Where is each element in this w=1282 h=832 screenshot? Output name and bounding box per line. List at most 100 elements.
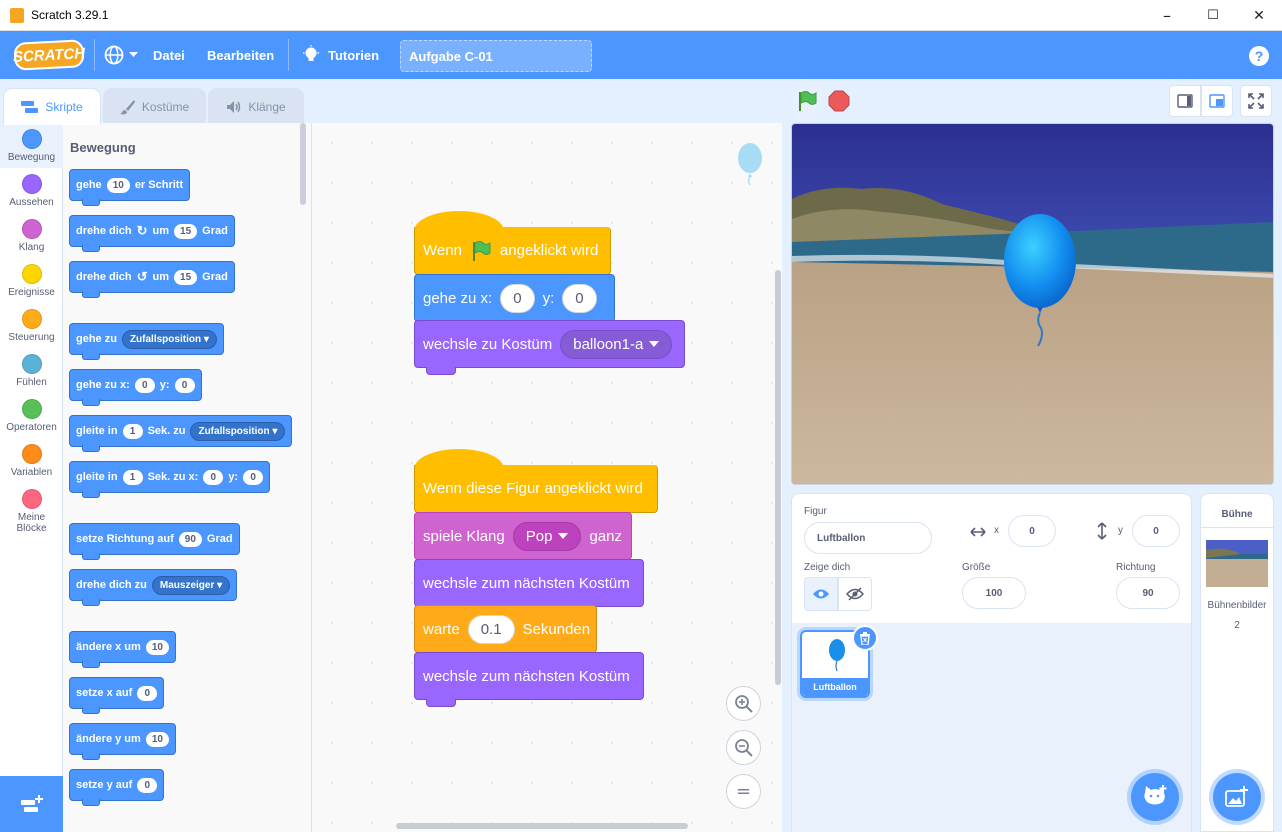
add-backdrop-button[interactable]: [1213, 773, 1261, 821]
add-extension-button[interactable]: [0, 776, 63, 832]
goto-xy-block[interactable]: gehe zu x: 0 y: 0: [414, 274, 615, 322]
number-input[interactable]: 15: [174, 269, 198, 285]
costume-dropdown[interactable]: balloon1-a: [560, 329, 673, 359]
palette-block-point-towards[interactable]: drehe dich zu Mauszeiger ▾: [69, 569, 238, 606]
tutorials-menu[interactable]: Tutorien: [302, 31, 379, 79]
play-sound-block[interactable]: spiele Klang Pop ganz: [414, 512, 632, 560]
block-text: ändere y um: [76, 733, 141, 745]
size-input[interactable]: 100: [962, 577, 1026, 609]
category-events[interactable]: Ereignisse: [0, 258, 63, 303]
sound-dropdown[interactable]: Pop: [512, 521, 582, 551]
palette-block-goto[interactable]: gehe zu Zufallsposition ▾: [69, 323, 224, 360]
tab-code[interactable]: Skripte: [3, 88, 101, 125]
wait-block[interactable]: warte 0.1 Sekunden: [414, 605, 597, 653]
edit-menu[interactable]: Bearbeiten: [207, 31, 274, 79]
stop-button[interactable]: [823, 85, 855, 117]
y-input[interactable]: 0: [1132, 515, 1180, 547]
delete-sprite-button[interactable]: [852, 625, 878, 651]
number-input[interactable]: 15: [174, 223, 198, 239]
palette-scrollbar[interactable]: [300, 123, 306, 205]
show-sprite-button[interactable]: [804, 577, 838, 611]
stage-canvas[interactable]: [791, 123, 1274, 485]
palette-block-change-y[interactable]: ändere y um 10: [69, 723, 176, 760]
tab-costumes[interactable]: Kostüme: [103, 88, 206, 124]
number-input[interactable]: 0: [203, 469, 224, 485]
close-button[interactable]: ✕: [1236, 0, 1282, 31]
number-input[interactable]: 0: [137, 777, 158, 793]
direction-input[interactable]: 90: [1116, 577, 1180, 609]
block-text: y:: [159, 379, 170, 391]
small-stage-button[interactable]: [1169, 85, 1201, 117]
palette-block-set-x[interactable]: setze x auf 0: [69, 677, 165, 714]
number-input[interactable]: 0: [174, 377, 195, 393]
palette-block-change-x[interactable]: ändere x um 10: [69, 631, 176, 668]
category-sound[interactable]: Klang: [0, 213, 63, 258]
number-input[interactable]: 0: [243, 469, 264, 485]
add-sprite-button[interactable]: [1131, 773, 1179, 821]
block-text: gehe zu x:: [423, 289, 493, 307]
zoom-reset-button[interactable]: =: [726, 774, 761, 809]
app-icon: [10, 8, 24, 23]
globe-icon: [104, 45, 124, 65]
workspace-horizontal-scrollbar[interactable]: [396, 823, 688, 829]
zoom-out-button[interactable]: [726, 730, 761, 765]
category-control[interactable]: Steuerung: [0, 303, 63, 348]
number-input[interactable]: 1: [122, 423, 143, 439]
palette-block-turn-left[interactable]: drehe dich ↺ um 15 Grad: [69, 261, 235, 298]
green-flag-button[interactable]: [791, 85, 823, 117]
number-input[interactable]: 10: [106, 177, 130, 193]
number-input[interactable]: 0: [137, 685, 158, 701]
zoom-in-button[interactable]: [726, 686, 761, 721]
palette-block-set-y[interactable]: setze y auf 0: [69, 769, 165, 806]
switch-costume-block[interactable]: wechsle zu Kostüm balloon1-a: [414, 320, 685, 368]
number-input[interactable]: 0: [134, 377, 155, 393]
number-input[interactable]: 90: [178, 531, 202, 547]
category-my-blocks[interactable]: Meine Blöcke: [0, 483, 63, 539]
category-variables[interactable]: Variablen: [0, 438, 63, 483]
palette-title: Bewegung: [70, 140, 136, 155]
palette-block-turn-right[interactable]: drehe dich ↻ um 15 Grad: [69, 215, 235, 252]
palette-block-goto-xy[interactable]: gehe zu x: 0 y: 0: [69, 369, 202, 406]
dropdown-input[interactable]: Zufallsposition ▾: [190, 421, 286, 441]
number-input[interactable]: 1: [122, 469, 143, 485]
y-input[interactable]: 0: [562, 283, 597, 313]
number-input[interactable]: 10: [145, 639, 169, 655]
fullscreen-button[interactable]: [1240, 85, 1272, 117]
palette-block-glide[interactable]: gleite in 1 Sek. zu Zufallsposition ▾: [69, 415, 293, 452]
hide-sprite-button[interactable]: [838, 577, 872, 611]
seconds-input[interactable]: 0.1: [467, 614, 515, 644]
number-input[interactable]: 10: [145, 731, 169, 747]
script-workspace[interactable]: Wenn angeklickt wird gehe zu x: 0 y: 0 w…: [312, 123, 782, 832]
menu-bar: SCRATCH Datei Bearbeiten Tutorien Aufgab…: [0, 31, 1282, 79]
category-looks[interactable]: Aussehen: [0, 168, 63, 213]
rotate-right-icon: ↻: [136, 223, 148, 238]
dropdown-input[interactable]: Mauszeiger ▾: [151, 575, 231, 595]
large-stage-button[interactable]: [1201, 85, 1233, 117]
project-title-input[interactable]: Aufgabe C-01: [400, 40, 592, 72]
palette-block-move[interactable]: gehe 10 er Schritt: [69, 169, 191, 206]
help-button[interactable]: ?: [1249, 46, 1269, 66]
next-costume-block[interactable]: wechsle zum nächsten Kostüm: [414, 652, 644, 700]
language-menu[interactable]: [103, 31, 138, 79]
next-costume-block[interactable]: wechsle zum nächsten Kostüm: [414, 559, 644, 607]
maximize-button[interactable]: ☐: [1190, 0, 1236, 31]
category-sensing[interactable]: Fühlen: [0, 348, 63, 393]
workspace-vertical-scrollbar[interactable]: [775, 270, 781, 685]
dropdown-input[interactable]: Zufallsposition ▾: [121, 329, 217, 349]
file-menu[interactable]: Datei: [153, 31, 185, 79]
palette-block-glide-xy[interactable]: gleite in 1 Sek. zu x: 0 y: 0: [69, 461, 271, 498]
block-text: setze y auf: [76, 779, 133, 791]
category-motion[interactable]: Bewegung: [0, 123, 63, 168]
x-input[interactable]: 0: [500, 283, 535, 313]
x-input[interactable]: 0: [1008, 515, 1056, 547]
tab-sounds[interactable]: Klänge: [208, 88, 304, 124]
block-text: y:: [228, 471, 239, 483]
scratch-logo[interactable]: SCRATCH: [12, 39, 86, 71]
minimize-button[interactable]: –: [1144, 0, 1190, 31]
stage-target-panel[interactable]: Bühne Bühnenbilder 2: [1200, 493, 1274, 832]
category-operators[interactable]: Operatoren: [0, 393, 63, 438]
palette-block-point-direction[interactable]: setze Richtung auf 90 Grad: [69, 523, 240, 560]
sprite-name-input[interactable]: Luftballon: [804, 522, 932, 554]
when-sprite-clicked-block[interactable]: Wenn diese Figur angeklickt wird: [414, 465, 658, 513]
when-flag-clicked-block[interactable]: Wenn angeklickt wird: [414, 227, 611, 275]
